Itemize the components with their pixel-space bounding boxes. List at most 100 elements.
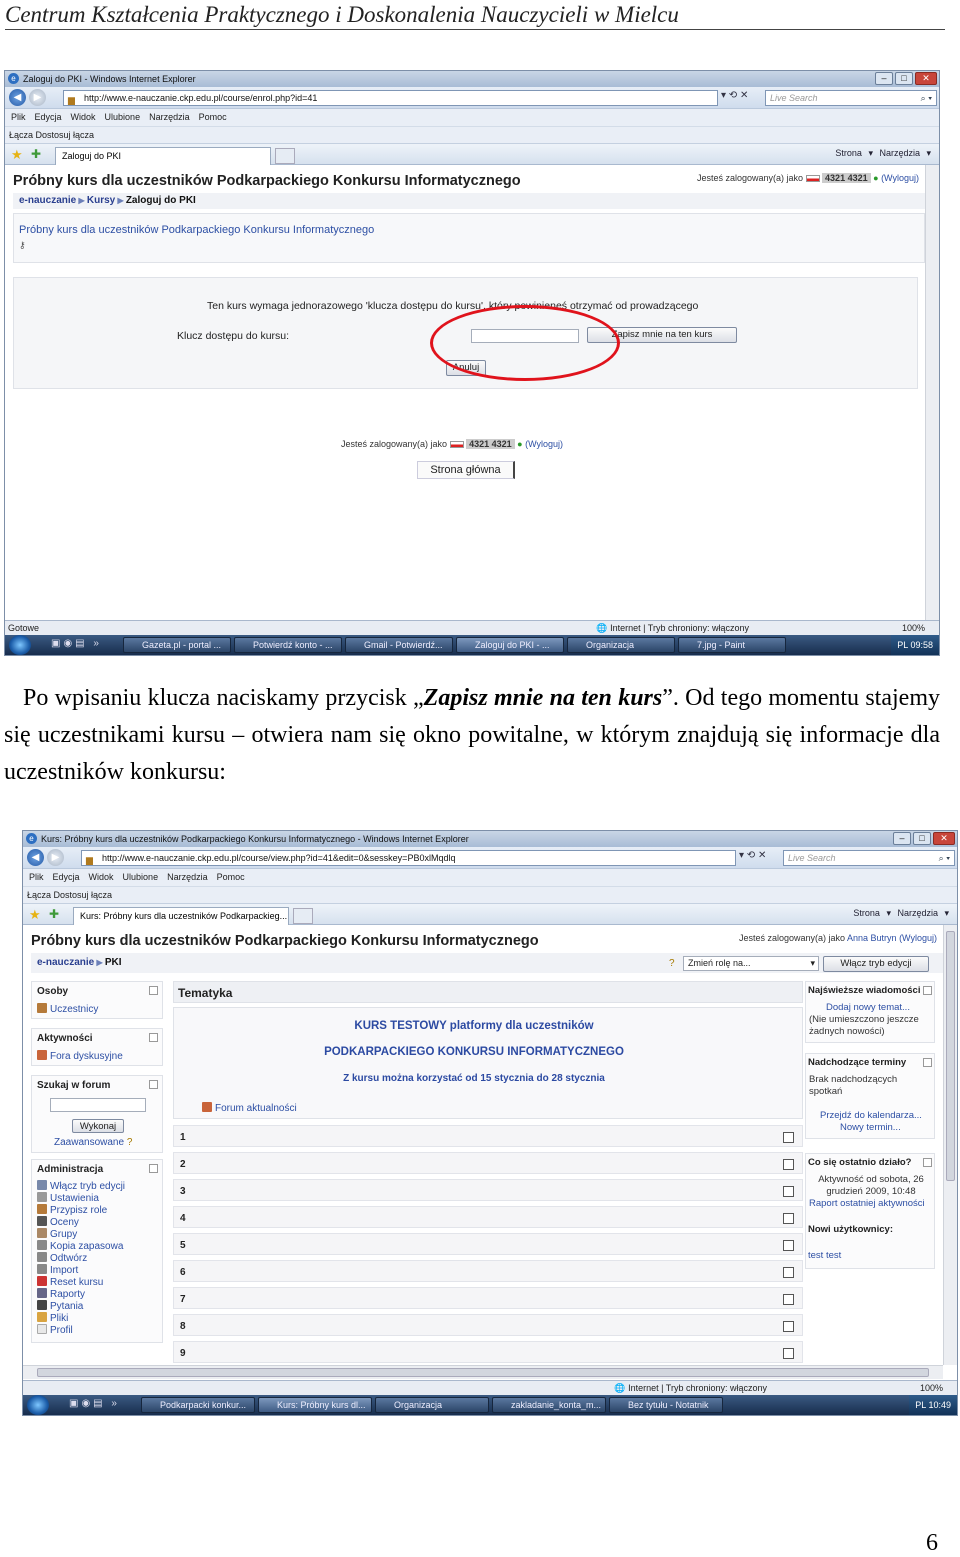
minimize-icon[interactable]: – [875,72,893,85]
menu-narzedzia[interactable]: Narzędzia [149,112,190,122]
back-icon[interactable]: ◀ [9,89,26,106]
section-toggle[interactable] [783,1321,794,1332]
taskbar-item-4[interactable]: Zaloguj do PKI - ... [456,637,564,653]
new-event-link[interactable]: Nowy termin... [840,1122,901,1133]
breadcrumb-e-nauczanie[interactable]: e-nauczanie [19,195,76,206]
favorites-star-icon[interactable]: ★ [11,147,23,163]
admin-assign-roles[interactable]: Przypisz role [37,1204,107,1216]
taskbar-item-5[interactable]: Bez tytułu - Notatnik [609,1397,723,1413]
browser-tab[interactable]: Zaloguj do PKI [55,147,271,165]
taskbar-item-3[interactable]: Gmail - Potwierdź... [345,637,453,653]
menu-edycja[interactable]: Edycja [53,872,80,882]
menu-plik[interactable]: Plik [29,872,44,882]
collapse-icon[interactable] [149,1033,158,1042]
news-forum-link[interactable]: Forum aktualności [202,1102,297,1114]
forum-search-button[interactable]: Wykonaj [72,1119,124,1133]
calendar-link[interactable]: Przejdź do kalendarza... [820,1110,922,1121]
taskbar-item-2[interactable]: Kurs: Próbny kurs dl... [258,1397,372,1413]
menu-widok[interactable]: Widok [71,112,96,122]
admin-backup[interactable]: Kopia zapasowa [37,1240,123,1252]
admin-edit-mode[interactable]: Włącz tryb edycji [37,1180,125,1192]
search-input[interactable]: Live Search ⌕ ▾ [783,850,955,866]
admin-questions[interactable]: Pytania [37,1300,83,1312]
section-toggle[interactable] [783,1186,794,1197]
section-toggle[interactable] [783,1213,794,1224]
admin-profile[interactable]: Profil [37,1324,73,1336]
zoom-level[interactable]: 100% [902,621,925,635]
admin-grades[interactable]: Oceny [37,1216,79,1228]
admin-reset[interactable]: Reset kursu [37,1276,103,1288]
vertical-scrollbar[interactable] [925,165,939,639]
collapse-icon[interactable] [923,1158,932,1167]
new-user-link[interactable]: test test [808,1250,841,1261]
horizontal-scrollbar[interactable] [23,1365,943,1379]
taskbar-item-5[interactable]: Organizacja [567,637,675,653]
zoom-level[interactable]: 100% [920,1381,943,1395]
taskbar-item-1[interactable]: Gazeta.pl - portal ... [123,637,231,653]
search-icon[interactable]: ⌕ ▾ [921,91,932,105]
section-toggle[interactable] [783,1267,794,1278]
menu-pomoc[interactable]: Pomoc [217,872,245,882]
role-select[interactable]: Zmień rolę na... ▾ [683,956,819,971]
recent-report-link[interactable]: Raport ostatniej aktywności [809,1198,925,1209]
system-tray[interactable]: PL 10:49 [909,1395,957,1415]
user-name[interactable]: 4321 4321 [822,173,871,183]
breadcrumb-e-nauczanie[interactable]: e-nauczanie [37,957,94,968]
links-bar[interactable]: Łącza Dostosuj łącza [23,886,957,903]
admin-groups[interactable]: Grupy [37,1228,77,1240]
search-icon[interactable]: ⌕ ▾ [939,851,950,865]
search-input[interactable]: Live Search ⌕ ▾ [765,90,937,106]
start-button[interactable] [27,1395,49,1415]
add-favorite-icon[interactable]: ✚ [31,147,41,161]
section-toggle[interactable] [783,1159,794,1170]
collapse-icon[interactable] [923,986,932,995]
admin-settings[interactable]: Ustawienia [37,1192,99,1204]
menu-widok[interactable]: Widok [89,872,114,882]
edit-mode-button[interactable]: Włącz tryb edycji [823,956,929,972]
taskbar-item-6[interactable]: 7.jpg - Paint [678,637,786,653]
url-field[interactable]: ▆ http://www.e-nauczanie.ckp.edu.pl/cours… [63,90,718,106]
new-tab-button[interactable] [275,148,295,164]
admin-import[interactable]: Import [37,1264,78,1276]
menu-edycja[interactable]: Edycja [35,112,62,122]
browser-tab[interactable]: Kurs: Próbny kurs dla uczestników Podkar… [73,907,289,925]
taskbar-item-2[interactable]: Potwierdź konto - ... [234,637,342,653]
links-bar[interactable]: Łącza Dostosuj łącza [5,126,939,143]
section-toggle[interactable] [783,1240,794,1251]
forward-icon[interactable]: ▶ [29,89,46,106]
forward-icon[interactable]: ▶ [47,849,64,866]
system-tray[interactable]: PL 09:58 [891,635,939,655]
maximize-icon[interactable]: □ [895,72,913,85]
close-icon[interactable]: ✕ [915,72,937,85]
forums-link[interactable]: Fora dyskusyjne [37,1050,123,1062]
advanced-search-link[interactable]: Zaawansowane ? [54,1137,132,1148]
admin-restore[interactable]: Odtwórz [37,1252,87,1264]
section-toggle[interactable] [783,1132,794,1143]
footer-logout-link[interactable]: (Wyloguj) [525,439,563,449]
collapse-icon[interactable] [149,1164,158,1173]
course-link[interactable]: Próbny kurs dla uczestników Podkarpackie… [19,224,374,236]
new-tab-button[interactable] [293,908,313,924]
footer-user-name[interactable]: 4321 4321 [466,439,515,449]
dropdown-icon[interactable]: ▾ ⟲ ✕ [721,90,748,101]
menu-ulubione[interactable]: Ulubione [123,872,159,882]
add-favorite-icon[interactable]: ✚ [49,907,59,921]
favorites-star-icon[interactable]: ★ [29,907,41,923]
menu-plik[interactable]: Plik [11,112,26,122]
toolbar-tools[interactable]: Strona ▾ Narzędzia ▾ [835,148,931,159]
minimize-icon[interactable]: – [893,832,911,845]
back-icon[interactable]: ◀ [27,849,44,866]
menu-ulubione[interactable]: Ulubione [105,112,141,122]
forum-search-input[interactable] [50,1098,146,1112]
admin-reports[interactable]: Raporty [37,1288,85,1300]
taskbar-item-1[interactable]: Podkarpacki konkur... [141,1397,255,1413]
logout-link[interactable]: (Wyloguj) [899,933,937,943]
close-icon[interactable]: ✕ [933,832,955,845]
add-topic-link[interactable]: Dodaj nowy temat... [826,1002,910,1013]
collapse-icon[interactable] [923,1058,932,1067]
vertical-scroll-thumb[interactable] [946,931,955,1181]
horizontal-scroll-thumb[interactable] [37,1368,929,1377]
section-toggle[interactable] [783,1348,794,1359]
home-link[interactable]: Strona główna [417,461,515,479]
maximize-icon[interactable]: □ [913,832,931,845]
